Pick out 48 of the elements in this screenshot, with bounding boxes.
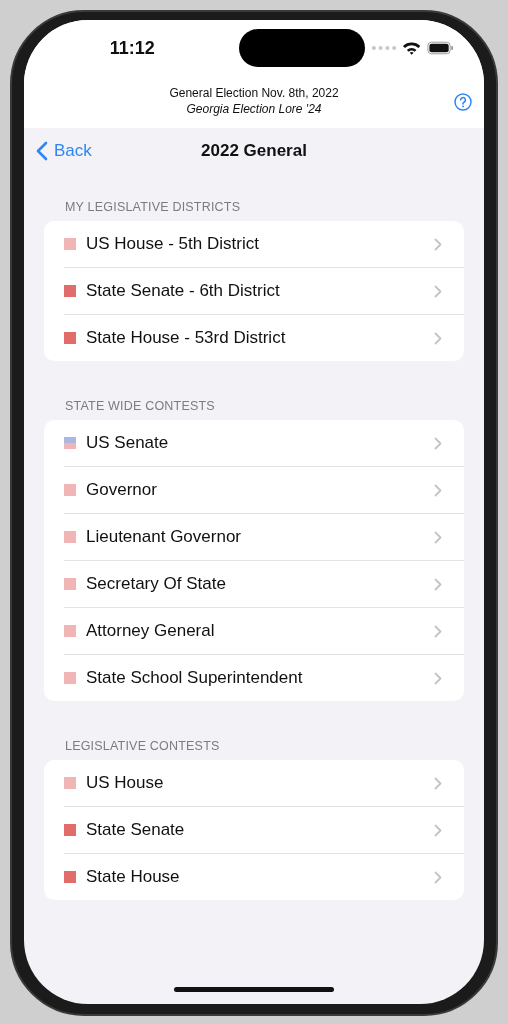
chevron-icon	[434, 624, 442, 638]
row-label: Lieutenant Governor	[86, 527, 242, 547]
app-subtitle: Georgia Election Lore '24	[186, 102, 322, 116]
row-label: Governor	[86, 480, 158, 500]
row-label: State House	[86, 867, 181, 887]
election-title: General Election Nov. 8th, 2022	[169, 86, 339, 100]
row-label: US House - 5th District	[86, 234, 260, 254]
list-row[interactable]: US House - 5th District	[64, 221, 464, 268]
chevron-icon	[434, 530, 442, 544]
chevron-icon	[434, 284, 442, 298]
row-label: Secretary Of State	[86, 574, 227, 594]
help-icon[interactable]	[454, 93, 472, 111]
list-row[interactable]: State Senate	[64, 807, 464, 854]
row-label: State School Superintendent	[86, 668, 304, 688]
row-label: US Senate	[86, 433, 170, 453]
chevron-icon	[434, 776, 442, 790]
section-header: LEGISLATIVE CONTESTS	[64, 739, 221, 753]
list-row[interactable]: State School Superintendent	[64, 655, 464, 701]
chevron-icon	[434, 483, 442, 497]
list-row[interactable]: Lieutenant Governor	[64, 514, 464, 561]
chevron-icon	[434, 577, 442, 591]
chevron-left-icon	[36, 141, 48, 161]
list-row[interactable]: Attorney General	[64, 608, 464, 655]
list-row[interactable]: US House	[64, 760, 464, 807]
row-label: US House	[86, 773, 165, 793]
list-row[interactable]: State Senate - 6th District	[64, 268, 464, 315]
section-header: STATE WIDE CONTESTS	[64, 399, 216, 413]
chevron-icon	[434, 237, 442, 251]
row-label: State Senate - 6th District	[86, 281, 281, 301]
section-header: MY LEGISLATIVE DISTRICTS	[64, 200, 242, 214]
list-row[interactable]: Secretary Of State	[64, 561, 464, 608]
row-label: State House - 53rd District	[86, 328, 287, 348]
chevron-icon	[434, 331, 442, 345]
list-row[interactable]: State House - 53rd District	[64, 315, 464, 361]
status-time: 11:12	[108, 37, 156, 59]
list-row[interactable]: US Senate	[64, 420, 464, 467]
list-row[interactable]: State House	[64, 854, 464, 900]
list-row[interactable]: Governor	[64, 467, 464, 514]
row-label: State Senate	[86, 820, 186, 840]
wifi-icon	[401, 41, 421, 55]
chevron-icon	[434, 436, 442, 450]
chevron-icon	[434, 870, 442, 884]
chevron-icon	[434, 823, 442, 837]
chevron-icon	[434, 671, 442, 685]
row-label: Attorney General	[86, 621, 216, 641]
battery-icon	[427, 41, 454, 55]
signal-icon	[370, 45, 396, 51]
nav-title: 2022 General	[201, 141, 307, 160]
